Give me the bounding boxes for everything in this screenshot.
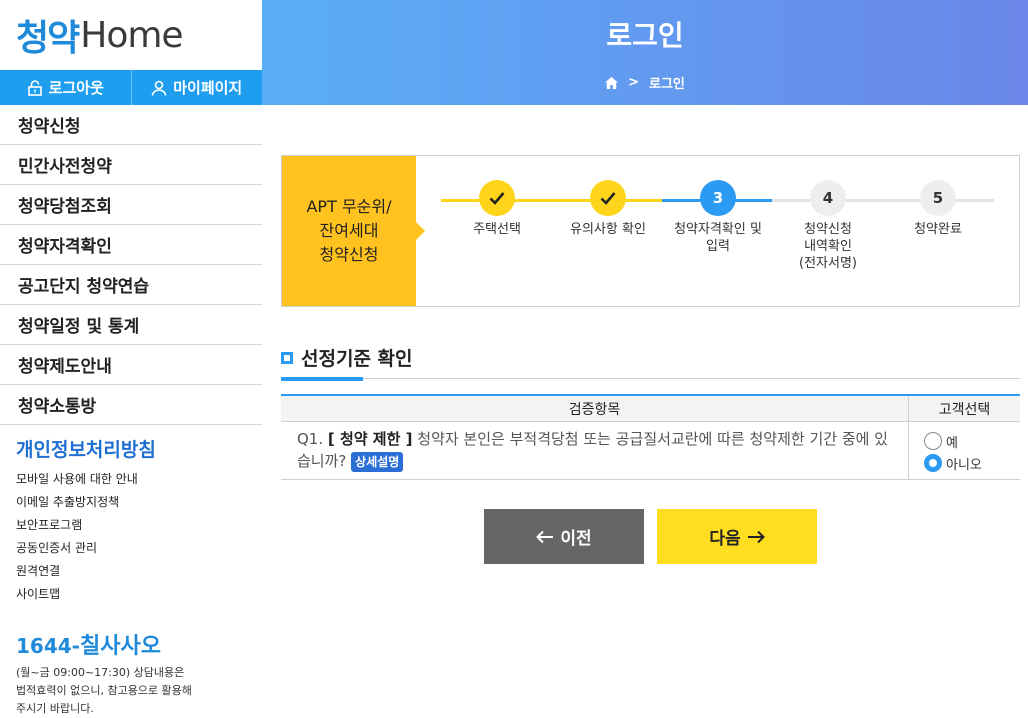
section-title-text: 선정기준 확인 xyxy=(301,348,413,370)
step-label: 청약자격확인 및 입력 xyxy=(663,221,773,255)
mypage-button[interactable]: 마이페이지 xyxy=(130,70,263,105)
detail-button[interactable]: 상세설명 xyxy=(351,452,404,472)
link-certificate[interactable]: 공동인증서 관리 xyxy=(16,537,262,560)
table-header: 검증항목 고객선택 xyxy=(281,396,1020,422)
menu-item-winner-lookup[interactable]: 청약당첨조회 xyxy=(0,185,262,225)
choice-cell: 예 아니오 xyxy=(908,422,1020,479)
home-icon[interactable] xyxy=(605,76,619,89)
step-5: 5 청약완료 xyxy=(883,180,993,238)
logout-button[interactable]: 로그아웃 xyxy=(0,70,131,105)
logo-english: Home xyxy=(80,14,183,56)
site-logo[interactable]: 청약 Home xyxy=(0,0,262,70)
step-3: 3 청약자격확인 및 입력 xyxy=(663,180,773,255)
page-header: 로그인 > 로그인 xyxy=(262,0,1028,105)
link-email-policy[interactable]: 이메일 추출방지정책 xyxy=(16,491,262,514)
prev-label: 이전 xyxy=(560,529,592,549)
prev-button[interactable]: 이전 xyxy=(484,509,644,564)
question-tag: [ 청약 제한 ] xyxy=(327,430,413,448)
next-button[interactable]: 다음 xyxy=(657,509,817,564)
step-label: 주택선택 xyxy=(473,222,521,237)
step-label: 유의사항 확인 xyxy=(570,222,646,237)
top-buttons: 로그아웃 마이페이지 xyxy=(0,70,262,105)
phone-number: 1644-칠사사오 xyxy=(0,628,262,660)
step-category-line: 청약신청 xyxy=(319,245,379,264)
logo-korean: 청약 xyxy=(16,18,80,59)
link-security-program[interactable]: 보안프로그램 xyxy=(16,514,262,537)
chevron-right-icon: > xyxy=(628,75,639,90)
step-4: 4 청약신청 내역확인 (전자서명) xyxy=(773,180,883,272)
step-2: 유의사항 확인 xyxy=(553,180,663,238)
menu-item-guide[interactable]: 청약제도안내 xyxy=(0,345,262,385)
arrow-left-icon xyxy=(536,530,554,543)
step-number: 4 xyxy=(810,180,846,216)
step-category-line: 잔여세대 xyxy=(319,221,379,240)
menu-item-community[interactable]: 청약소통방 xyxy=(0,385,262,425)
link-mobile-guide[interactable]: 모바일 사용에 대한 안내 xyxy=(16,468,262,491)
radio-no-label: 아니오 xyxy=(946,457,982,473)
radio-yes[interactable]: 예 xyxy=(924,430,1020,452)
phone-note: (월~금 09:00~17:30) 상담내용은 법적효력이 없으니, 참고용으로… xyxy=(0,664,262,718)
header-item: 검증항목 xyxy=(568,401,621,418)
menu-item-apply[interactable]: 청약신청 xyxy=(0,105,262,145)
table-row: Q1. [ 청약 제한 ] 청약자 본인은 부적격당첨 또는 공급질서교란에 따… xyxy=(281,422,1020,480)
question-cell: Q1. [ 청약 제한 ] 청약자 본인은 부적격당첨 또는 공급질서교란에 따… xyxy=(281,422,908,479)
menu-item-eligibility[interactable]: 청약자격확인 xyxy=(0,225,262,265)
mypage-label: 마이페이지 xyxy=(173,79,243,97)
unlock-icon xyxy=(27,79,42,96)
step-label-line: (전자서명) xyxy=(799,256,857,271)
check-icon xyxy=(590,180,626,216)
menu-item-pre-apply[interactable]: 민간사전청약 xyxy=(0,145,262,185)
step-1: 주택선택 xyxy=(442,180,552,238)
square-bullet-icon xyxy=(281,351,293,364)
logout-label: 로그아웃 xyxy=(48,79,104,97)
user-icon xyxy=(151,80,167,96)
step-number: 3 xyxy=(700,180,736,216)
step-label: 청약신청 내역확인 (전자서명) xyxy=(773,221,883,272)
link-sitemap[interactable]: 사이트맵 xyxy=(16,583,262,606)
step-label-line: 청약신청 xyxy=(804,222,852,237)
phone-note-line: (월~금 09:00~17:30) 상담내용은 xyxy=(16,666,185,679)
side-menu: 청약신청 민간사전청약 청약당첨조회 청약자격확인 공고단지 청약연습 청약일정… xyxy=(0,105,262,425)
step-category-line: APT 무순위/ xyxy=(306,197,392,216)
step-category-label: APT 무순위/ 잔여세대 청약신청 xyxy=(282,156,425,306)
section-divider xyxy=(281,378,1020,379)
radio-selected-icon[interactable] xyxy=(924,454,942,472)
section-divider-accent xyxy=(281,377,363,381)
radio-yes-label: 예 xyxy=(946,435,958,451)
breadcrumb-current: 로그인 xyxy=(649,77,685,92)
menu-item-practice[interactable]: 공고단지 청약연습 xyxy=(0,265,262,305)
step-label-line: 청약자격확인 및 xyxy=(674,222,762,237)
sidebar: 청약 Home 로그아웃 마이페이지 청약신청 민간사전청약 청약당첨조회 청약… xyxy=(0,0,262,715)
next-label: 다음 xyxy=(709,529,741,549)
link-remote[interactable]: 원격연결 xyxy=(16,560,262,583)
section-title: 선정기준 확인 xyxy=(281,344,413,371)
radio-circle-icon[interactable] xyxy=(924,432,942,450)
phone-note-line: 법적효력이 없으니, 참고용으로 활용해 xyxy=(16,684,192,697)
privacy-policy-link[interactable]: 개인정보처리방침 xyxy=(0,435,262,462)
step-label-line: 입력 xyxy=(706,239,730,254)
phone-prefix: 1644- xyxy=(16,634,80,658)
arrow-right-icon xyxy=(747,530,765,543)
step-label: 청약완료 xyxy=(914,222,962,237)
step-label-line: 내역확인 xyxy=(804,239,852,254)
check-icon xyxy=(479,180,515,216)
phone-note-line: 주시기 바랍니다. xyxy=(16,702,94,715)
footer-links: 모바일 사용에 대한 안내 이메일 추출방지정책 보안프로그램 공동인증서 관리… xyxy=(0,468,262,606)
step-progress: APT 무순위/ 잔여세대 청약신청 주택선택 유의사항 확인 3 청약자격확인… xyxy=(281,155,1020,307)
menu-item-schedule[interactable]: 청약일정 및 통계 xyxy=(0,305,262,345)
header-choice: 고객선택 xyxy=(908,396,1020,421)
question-number: Q1. xyxy=(297,430,324,448)
radio-no[interactable]: 아니오 xyxy=(924,452,1020,474)
breadcrumb: > 로그인 xyxy=(262,73,1028,92)
criteria-table: 검증항목 고객선택 Q1. [ 청약 제한 ] 청약자 본인은 부적격당첨 또는… xyxy=(281,394,1020,480)
step-number: 5 xyxy=(920,180,956,216)
page-title: 로그인 xyxy=(606,19,684,52)
phone-name: 칠사사오 xyxy=(79,634,161,659)
